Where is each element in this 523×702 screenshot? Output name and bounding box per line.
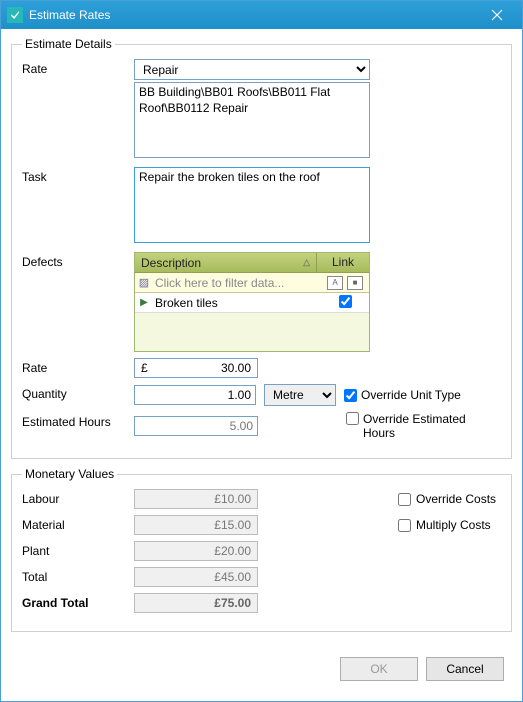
cancel-button[interactable]: Cancel (426, 657, 504, 681)
monetary-values-group: Monetary Values Labour £10.00 Override C… (11, 467, 512, 632)
task-label: Task (22, 167, 134, 184)
est-hours-input (134, 416, 258, 436)
ok-button[interactable]: OK (340, 657, 418, 681)
quantity-label: Quantity (22, 384, 134, 401)
plant-value: £20.00 (134, 541, 258, 561)
override-hours-label: Override Estimated Hours (363, 412, 473, 440)
est-hours-label: Estimated Hours (22, 412, 134, 429)
estimate-details-group: Estimate Details Rate Repair BB Building… (11, 37, 512, 459)
multiply-costs-checkbox[interactable] (398, 519, 411, 532)
rate-label: Rate (22, 59, 134, 76)
close-button[interactable] (478, 3, 516, 27)
unit-select[interactable]: Metre (264, 384, 336, 406)
override-hours-checkbox[interactable] (346, 412, 359, 425)
rate-select[interactable]: Repair (134, 59, 370, 80)
override-costs-checkbox[interactable] (398, 493, 411, 506)
window-titlebar: Estimate Rates (1, 1, 522, 29)
sort-asc-icon: △ (303, 257, 310, 268)
defects-col-description[interactable]: Description △ (135, 253, 317, 272)
currency-symbol: £ (141, 361, 148, 375)
rate-input[interactable]: £ 30.00 (134, 358, 258, 378)
app-icon (7, 7, 23, 23)
rate-path: BB Building\BB01 Roofs\BB011 Flat Roof\B… (134, 82, 370, 158)
multiply-costs-label: Multiply Costs (416, 518, 491, 532)
filter-icon: ▨ (135, 276, 153, 289)
material-label: Material (22, 518, 134, 532)
monetary-values-legend: Monetary Values (22, 467, 117, 481)
total-label: Total (22, 570, 134, 584)
link-checkbox[interactable] (339, 295, 352, 308)
estimate-details-legend: Estimate Details (22, 37, 115, 51)
defects-header: Description △ Link (135, 253, 369, 273)
defects-row-desc: Broken tiles (153, 294, 321, 312)
plant-label: Plant (22, 544, 134, 558)
override-unit-checkbox[interactable] (344, 389, 357, 402)
override-costs-label: Override Costs (416, 492, 496, 506)
grand-total-value: £75.00 (134, 593, 258, 613)
defects-label: Defects (22, 252, 134, 269)
row-selector-icon: ▶ (135, 297, 153, 308)
filter-text-icon[interactable]: A (327, 276, 343, 290)
task-textarea[interactable]: Repair the broken tiles on the roof (134, 167, 370, 243)
material-value: £15.00 (134, 515, 258, 535)
filter-link-icon[interactable]: ■ (347, 276, 363, 290)
defects-col-link[interactable]: Link (317, 253, 369, 272)
quantity-input[interactable] (134, 385, 256, 405)
dialog-buttons: OK Cancel (11, 647, 512, 693)
window-title: Estimate Rates (29, 8, 478, 22)
labour-label: Labour (22, 492, 134, 506)
defects-filter-row[interactable]: ▨ Click here to filter data... A ■ (135, 273, 369, 293)
grand-total-label: Grand Total (22, 596, 134, 610)
col-desc-label: Description (141, 256, 201, 270)
defects-row-link[interactable] (321, 295, 369, 311)
labour-value: £10.00 (134, 489, 258, 509)
rate-value: 30.00 (221, 361, 251, 375)
rate-value-label: Rate (22, 358, 134, 375)
filter-placeholder: Click here to filter data... (153, 274, 325, 292)
defects-row[interactable]: ▶ Broken tiles (135, 293, 369, 313)
override-unit-label: Override Unit Type (361, 388, 461, 402)
total-value: £45.00 (134, 567, 258, 587)
defects-grid[interactable]: Description △ Link ▨ Click here to filte… (134, 252, 370, 352)
